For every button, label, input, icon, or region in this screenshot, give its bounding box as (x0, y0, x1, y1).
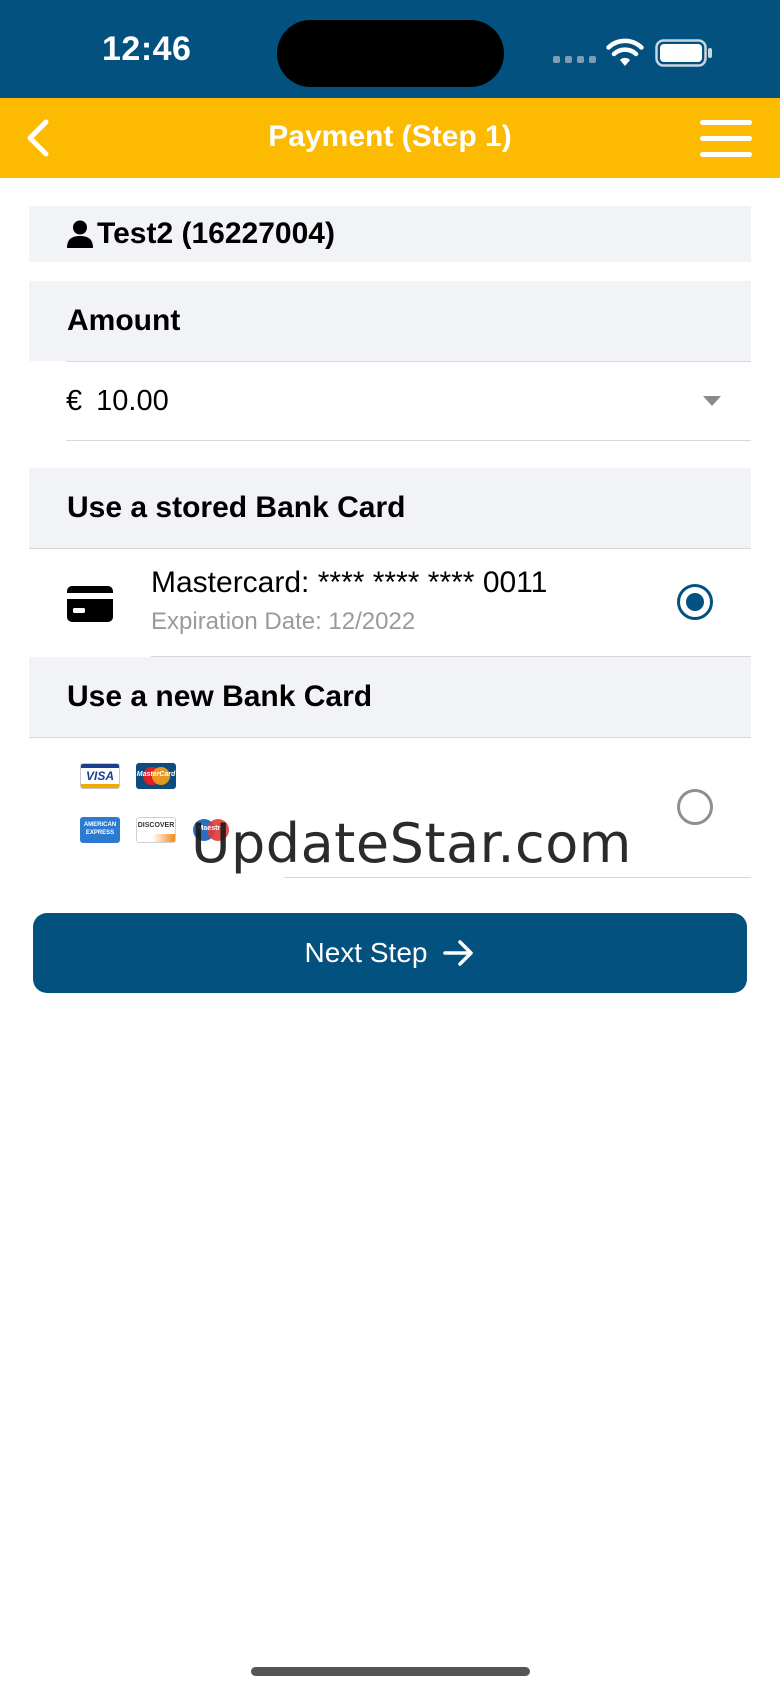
hamburger-menu-icon[interactable] (695, 116, 757, 162)
stored-card-expiration: Expiration Date: 12/2022 (151, 608, 416, 635)
arrow-right-icon (443, 940, 474, 966)
divider (66, 440, 751, 441)
user-account-row: Test2 (16227004) (29, 206, 751, 262)
next-step-label: Next Step (304, 937, 428, 968)
credit-card-icon (67, 586, 113, 622)
page-title: Payment (Step 1) (268, 120, 512, 153)
amex-logo: AMERICAN EXPRESS (80, 817, 120, 843)
watermark-text: UpdateStar.com (191, 812, 632, 875)
dynamic-island (277, 20, 504, 87)
visa-logo: VISA (80, 763, 120, 789)
home-indicator[interactable] (251, 1667, 530, 1676)
status-time: 12:46 (102, 30, 192, 68)
cellular-signal-icon (553, 56, 596, 63)
divider (284, 877, 751, 878)
user-name: Test2 (16227004) (97, 217, 335, 250)
new-card-radio[interactable] (677, 789, 713, 825)
next-step-button[interactable]: Next Step (33, 913, 747, 993)
amount-section-header: Amount (29, 281, 751, 361)
navigation-bar: Payment (Step 1) (0, 98, 780, 178)
new-card-section-header: Use a new Bank Card (29, 657, 751, 737)
status-bar: 12:46 (0, 0, 780, 98)
currency-symbol: € (66, 384, 83, 417)
amount-selector[interactable]: € 10.00 (66, 362, 751, 440)
stored-card-title: Mastercard: **** **** **** 0011 (151, 566, 548, 599)
battery-icon (655, 39, 712, 67)
stored-card-section-header: Use a stored Bank Card (29, 468, 751, 548)
amount-value: 10.00 (96, 384, 169, 417)
mastercard-logo: MasterCard (136, 763, 176, 789)
wifi-icon (606, 38, 644, 66)
stored-card-radio[interactable] (677, 584, 713, 620)
dropdown-caret-icon (703, 396, 721, 406)
stored-card-option[interactable]: Mastercard: **** **** **** 0011 Expirati… (29, 548, 751, 656)
discover-logo: DISCOVER (136, 817, 176, 843)
person-icon (67, 220, 93, 248)
